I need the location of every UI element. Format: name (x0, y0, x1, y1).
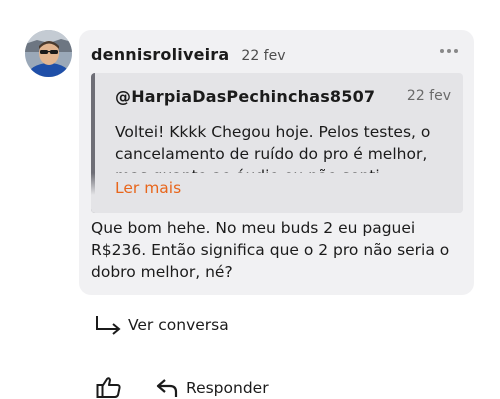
reply-label: Responder (186, 379, 269, 397)
read-more-link[interactable]: Ler mais (115, 179, 181, 197)
view-conversation-label: Ver conversa (128, 316, 229, 334)
quote-username[interactable]: @HarpiaDasPechinchas8507 (115, 87, 375, 106)
quote-date: 22 fev (406, 88, 451, 104)
comment-date: 22 fev (241, 48, 286, 64)
reply-button[interactable]: Responder (156, 378, 269, 398)
comment-card: dennisroliveira 22 fev @HarpiaDasPechinc… (79, 30, 474, 295)
comment-body: Que bom hehe. No meu buds 2 eu paguei R$… (91, 219, 450, 281)
quoted-comment: @HarpiaDasPechinchas8507 22 fev Voltei! … (91, 73, 463, 213)
comment-thread: dennisroliveira 22 fev @HarpiaDasPechinc… (0, 0, 500, 399)
reply-arrow-icon (156, 379, 178, 397)
comment-header: dennisroliveira 22 fev (91, 45, 286, 64)
arrow-down-right-icon (96, 316, 121, 335)
quote-text: Voltei! Kkkk Chegou hoje. Pelos testes, … (115, 123, 431, 173)
view-conversation-button[interactable]: Ver conversa (94, 315, 229, 335)
avatar-image (25, 30, 72, 77)
like-button[interactable] (96, 376, 122, 399)
comment-username[interactable]: dennisroliveira (91, 45, 229, 64)
more-horizontal-icon[interactable] (440, 49, 458, 53)
avatar[interactable] (25, 30, 72, 77)
thumbs-up-icon (96, 377, 121, 398)
